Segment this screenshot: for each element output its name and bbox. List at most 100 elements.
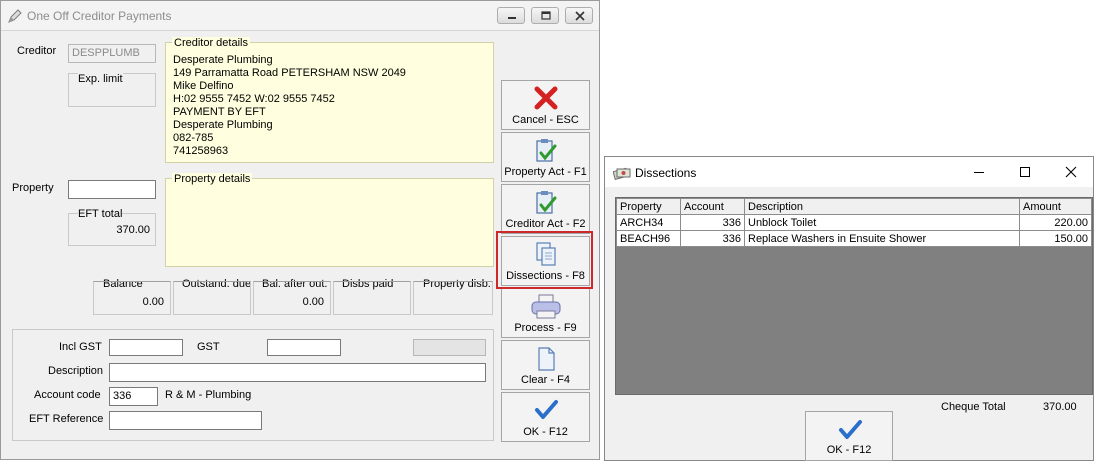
- clipboard-check-icon: [536, 191, 557, 214]
- creditor-detail-line: Mike Delfino: [173, 80, 234, 92]
- close-button[interactable]: [565, 7, 593, 24]
- cell-property[interactable]: ARCH34: [616, 214, 681, 231]
- clear-button[interactable]: Clear - F4: [501, 340, 590, 390]
- checkmark-icon: [839, 420, 862, 439]
- cell-amount[interactable]: 220.00: [1019, 214, 1092, 231]
- gst-input[interactable]: [267, 339, 341, 356]
- close-icon: [1065, 166, 1077, 178]
- clipboard-check-icon: [536, 139, 557, 162]
- outstanding-due-box: [173, 281, 251, 315]
- property-label: Property: [12, 182, 54, 194]
- description-label: Description: [48, 365, 104, 377]
- creditor-details-box: Creditor details Desperate Plumbing 149 …: [165, 37, 494, 163]
- property-act-button-label: Property Act - F1: [504, 166, 587, 178]
- eft-total-box: EFT total 370.00: [68, 208, 156, 246]
- close-icon: [575, 11, 585, 21]
- maximize-button[interactable]: [531, 7, 559, 24]
- dissections-ok-button[interactable]: OK - F12: [805, 411, 893, 461]
- eft-total-label: EFT total: [78, 208, 123, 220]
- cheque-total-label: Cheque Total: [941, 401, 1006, 413]
- minimize-icon: [974, 172, 984, 173]
- column-header-account[interactable]: Account: [680, 198, 745, 215]
- column-header-description[interactable]: Description: [744, 198, 1020, 215]
- creditor-detail-line: 082-785: [173, 132, 214, 144]
- table-row[interactable]: ARCH34 336 Unblock Toilet 220.00: [616, 214, 1092, 231]
- description-input[interactable]: [109, 363, 486, 382]
- dissections-table: Property Account Description Amount ARCH…: [616, 198, 1092, 247]
- cell-description[interactable]: Replace Washers in Ensuite Shower: [744, 230, 1020, 247]
- property-details-box: Property details: [165, 173, 494, 267]
- dissections-close-button[interactable]: [1057, 163, 1085, 181]
- maximize-icon: [1020, 167, 1030, 177]
- creditor-details-title: Creditor details: [172, 37, 250, 49]
- eft-total-value: 370.00: [116, 224, 150, 236]
- dissections-ok-button-label: OK - F12: [826, 444, 872, 456]
- creditor-detail-line: 149 Parramatta Road PETERSHAM NSW 2049: [173, 67, 406, 79]
- cell-description[interactable]: Unblock Toilet: [744, 214, 1020, 231]
- account-name: R & M - Plumbing: [165, 389, 252, 401]
- balance-value: 0.00: [142, 296, 164, 308]
- balance-box: 0.00: [93, 281, 171, 315]
- ok-button-label: OK - F12: [523, 426, 568, 438]
- creditor-act-button[interactable]: Creditor Act - F2: [501, 184, 590, 234]
- eft-reference-label: EFT Reference: [29, 413, 104, 425]
- creditor-detail-line: 741258963: [173, 145, 229, 157]
- minimize-icon: [508, 17, 516, 19]
- creditor-detail-line: PAYMENT BY EFT: [173, 106, 266, 118]
- money-app-icon: [613, 167, 631, 181]
- creditor-detail-line: Desperate Plumbing: [173, 119, 273, 131]
- dissections-title-bar[interactable]: Dissections: [605, 157, 1093, 187]
- dissections-maximize-button[interactable]: [1011, 163, 1039, 181]
- checkmark-icon: [535, 400, 558, 419]
- creditor-act-button-label: Creditor Act - F2: [505, 218, 586, 230]
- process-button-label: Process - F9: [514, 322, 577, 334]
- creditor-detail-line: H:02 9555 7452 W:02 9555 7452: [173, 93, 335, 105]
- account-code-label: Account code: [34, 389, 101, 401]
- gst-label: GST: [197, 341, 220, 353]
- eft-reference-input[interactable]: [109, 411, 262, 430]
- property-input[interactable]: [68, 180, 156, 199]
- account-code-input[interactable]: 336: [109, 387, 158, 406]
- red-x-icon: [534, 86, 558, 110]
- bal-after-value: 0.00: [302, 296, 324, 308]
- creditor-detail-line: Desperate Plumbing: [173, 54, 273, 66]
- property-details-title: Property details: [172, 173, 253, 185]
- table-header-row: Property Account Description Amount: [616, 198, 1092, 215]
- cell-property[interactable]: BEACH96: [616, 230, 681, 247]
- column-header-amount[interactable]: Amount: [1019, 198, 1092, 215]
- dissections-highlight-frame: [496, 231, 593, 289]
- cancel-button-label: Cancel - ESC: [512, 114, 579, 126]
- main-title-bar[interactable]: One Off Creditor Payments: [1, 1, 599, 31]
- minimize-button[interactable]: [497, 7, 525, 24]
- cancel-button[interactable]: Cancel - ESC: [501, 80, 590, 130]
- cheque-total-value: 370.00: [1043, 401, 1077, 413]
- bal-after-box: 0.00: [253, 281, 331, 315]
- maximize-icon: [541, 11, 551, 20]
- process-button[interactable]: Process - F9: [501, 288, 590, 338]
- clear-button-label: Clear - F4: [521, 374, 570, 386]
- dissections-minimize-button[interactable]: [965, 163, 993, 181]
- cell-account[interactable]: 336: [680, 214, 745, 231]
- incl-gst-input[interactable]: [109, 339, 183, 356]
- table-row[interactable]: BEACH96 336 Replace Washers in Ensuite S…: [616, 230, 1092, 247]
- printer-icon: [531, 294, 561, 319]
- blank-document-icon: [538, 347, 555, 371]
- pen-app-icon: [8, 9, 22, 23]
- creditor-label: Creditor: [17, 45, 57, 57]
- one-off-creditor-payments-window: One Off Creditor Payments Creditor DESPP…: [0, 0, 600, 460]
- creditor-code-field[interactable]: DESPPLUMB: [68, 44, 156, 63]
- cell-amount[interactable]: 150.00: [1019, 230, 1092, 247]
- property-act-button[interactable]: Property Act - F1: [501, 132, 590, 182]
- disbs-paid-box: [333, 281, 411, 315]
- cell-account[interactable]: 336: [680, 230, 745, 247]
- property-disb-box: [413, 281, 493, 315]
- incl-gst-label: Incl GST: [59, 341, 102, 353]
- window-title: One Off Creditor Payments: [27, 9, 172, 23]
- dissections-grid[interactable]: Property Account Description Amount ARCH…: [615, 197, 1093, 395]
- dissections-window: Dissections Property Account Description…: [604, 156, 1094, 461]
- exp-limit-label: Exp. limit: [78, 73, 123, 85]
- gst-readonly-box: [413, 339, 486, 356]
- ok-button[interactable]: OK - F12: [501, 392, 590, 442]
- dissections-title: Dissections: [635, 166, 697, 180]
- column-header-property[interactable]: Property: [616, 198, 681, 215]
